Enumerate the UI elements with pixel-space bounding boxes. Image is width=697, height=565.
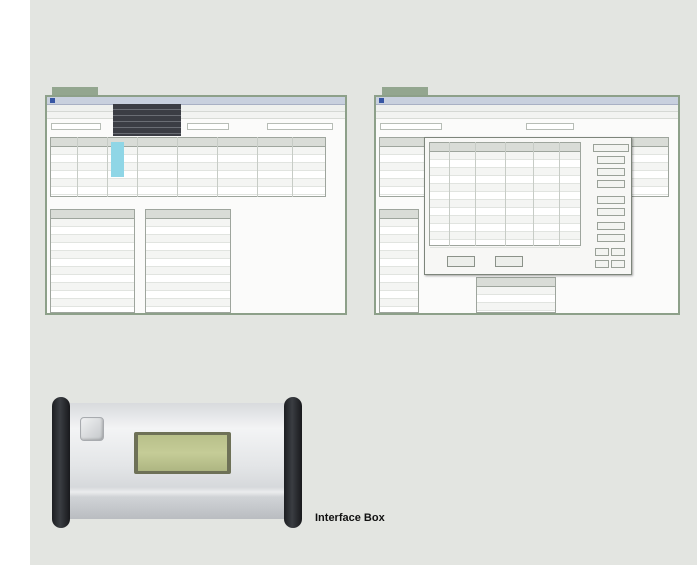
dialog-side-button [597,196,625,204]
dropdown-menu [113,104,181,136]
dialog-side-button [593,144,629,152]
interface-box-photo [52,397,302,528]
dialog-side-button [597,234,625,242]
dialog-side-button [597,156,625,164]
lower-left-grid [379,209,419,313]
menu-bar [376,105,678,112]
toolbar [376,112,678,119]
dialog-button [495,256,523,267]
device-endcap-left [52,397,70,528]
highlighted-column [111,142,124,177]
dialog-side-button [611,248,625,256]
toolbar [47,112,345,119]
field-row [47,119,345,133]
dialog-button [447,256,475,267]
main-data-grid [50,137,326,197]
app-icon [50,98,55,103]
input-field [526,123,574,130]
window-titlebar [47,97,345,105]
dialog-side-button [597,168,625,176]
window-titlebar [376,97,678,105]
lower-right-grid [476,277,556,313]
input-field [51,123,101,130]
dialog-side-button [597,222,625,230]
dialog-side-button [597,180,625,188]
device-button [80,417,104,441]
dialog-side-button [611,260,625,268]
software-screenshot-data-table [45,95,347,315]
software-screenshot-dialog [374,95,680,315]
app-icon [379,98,384,103]
input-field [380,123,442,130]
device-endcap-right [284,397,302,528]
field-row [376,119,678,133]
lower-left-grid [50,209,135,313]
lower-right-grid [145,209,231,313]
dialog-window [424,137,632,275]
input-field [187,123,229,130]
menu-bar [47,105,345,112]
dialog-side-button [595,248,609,256]
input-field [267,123,333,130]
lcd-display [138,435,227,471]
image-caption: Interface Box [315,512,385,524]
dialog-side-button [597,208,625,216]
device-reflection [62,487,294,497]
dialog-side-button [595,260,609,268]
